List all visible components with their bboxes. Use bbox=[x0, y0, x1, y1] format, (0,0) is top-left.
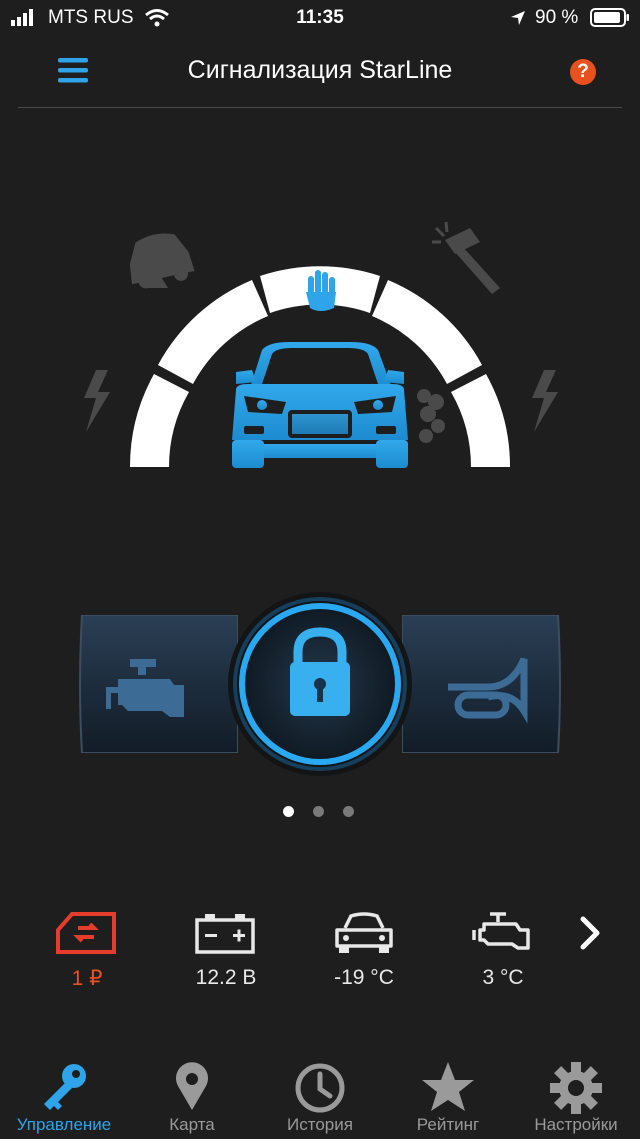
tab-history[interactable]: История bbox=[256, 1058, 384, 1138]
car-front-icon bbox=[232, 342, 408, 468]
location-arrow-icon bbox=[511, 11, 525, 25]
interior-temp-value: -19 °C bbox=[334, 966, 394, 989]
clock-icon bbox=[295, 1063, 345, 1113]
help-icon[interactable]: ? bbox=[570, 59, 596, 85]
tab-control[interactable]: Управление bbox=[0, 1058, 128, 1138]
tab-label: Рейтинг bbox=[416, 1115, 480, 1134]
key-icon bbox=[44, 1064, 86, 1110]
lock-button-shape bbox=[228, 592, 412, 776]
exhaust-smoke-icon bbox=[417, 389, 445, 443]
lock-button[interactable] bbox=[212, 590, 428, 778]
page-dot[interactable] bbox=[343, 806, 354, 817]
engine-temp-icon bbox=[472, 912, 530, 950]
page-title: Сигнализация StarLine bbox=[187, 56, 453, 84]
shock-right-icon bbox=[532, 370, 558, 432]
tab-map[interactable]: Карта bbox=[128, 1058, 256, 1138]
battery-voltage-icon bbox=[195, 914, 255, 954]
battery-percent: 90 % bbox=[535, 7, 579, 28]
gear-icon bbox=[550, 1062, 602, 1114]
voltage-value: 12.2 В bbox=[195, 966, 257, 989]
car-status-panel bbox=[84, 221, 558, 468]
tab-settings[interactable]: Настройки bbox=[512, 1058, 640, 1138]
impact-sensor-icon bbox=[432, 221, 500, 294]
battery-icon bbox=[590, 8, 629, 27]
engine-temp-value: 3 °C bbox=[482, 966, 524, 989]
tab-rating[interactable]: Рейтинг bbox=[384, 1058, 512, 1138]
page-dot[interactable] bbox=[313, 806, 324, 817]
app-header: Сигнализация StarLine bbox=[0, 40, 640, 108]
header-divider bbox=[18, 107, 622, 108]
map-pin-icon bbox=[176, 1062, 208, 1110]
chevron-right-icon[interactable] bbox=[578, 915, 604, 951]
shock-left-icon bbox=[84, 370, 110, 432]
tab-label: Карта bbox=[169, 1115, 215, 1134]
balance-value: 1 ₽ bbox=[71, 967, 103, 990]
tab-label: Настройки bbox=[534, 1115, 618, 1134]
status-bar: MTS RUS 11:35 90 % bbox=[0, 0, 640, 40]
page-dot-active[interactable] bbox=[283, 806, 294, 817]
tab-label: Управление bbox=[16, 1115, 112, 1134]
star-icon bbox=[422, 1062, 474, 1111]
interior-temp-icon bbox=[335, 912, 393, 953]
tab-label: История bbox=[287, 1115, 353, 1134]
balance-icon bbox=[56, 912, 116, 954]
